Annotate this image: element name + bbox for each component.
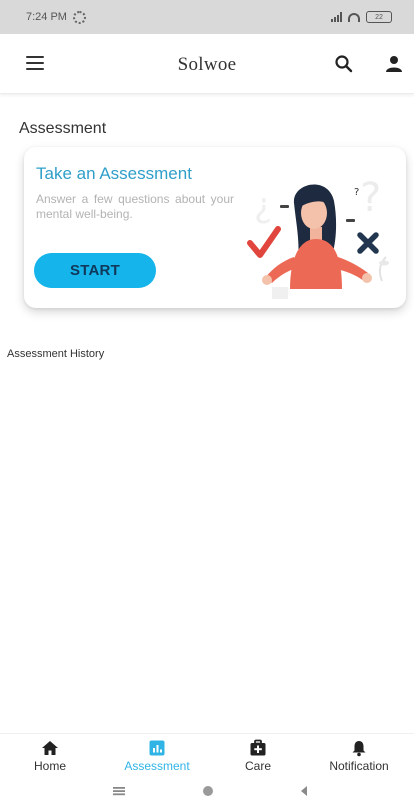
assessment-icon [149,740,165,756]
battery-level: 22 [375,13,383,21]
svg-text:¿: ¿ [254,186,272,226]
card-description: Answer a few questions about your mental… [36,192,234,221]
home-icon [42,741,58,755]
back-icon[interactable] [298,785,310,797]
status-right: 22 [331,11,392,23]
svg-text:?: ? [354,187,359,198]
woman-thinking-illustration: ¿ ? ? [247,175,389,299]
app-bar: Solwoe [0,34,414,94]
recent-apps-icon[interactable] [112,785,126,797]
system-navigation-bar [0,777,414,804]
assessment-card: Take an Assessment Answer a few question… [24,147,406,308]
settings-notification-icon [72,10,86,24]
section-title: Assessment [19,120,107,137]
bottom-navigation: Home Assessment Care Notification [0,733,414,777]
nav-item-home[interactable]: Home [30,734,70,778]
history-title: Assessment History [7,348,105,360]
first-aid-kit-icon [250,739,266,756]
status-left: 7:24 PM [26,10,86,24]
profile-icon[interactable] [384,54,404,74]
svg-text:?: ? [360,175,381,221]
nav-item-care[interactable]: Care [238,734,278,778]
status-bar: 7:24 PM 22 [0,0,414,34]
battery-icon: 22 [366,11,392,23]
nav-label-care: Care [244,759,271,773]
nav-item-notification[interactable]: Notification [316,734,402,778]
nav-label-assessment: Assessment [124,759,190,773]
card-title: Take an Assessment [36,164,192,183]
signal-icon [331,12,342,22]
search-icon[interactable] [334,54,354,74]
bell-icon [352,741,366,757]
start-button[interactable]: START [34,253,156,288]
wifi-icon [348,12,360,22]
nav-item-assessment[interactable]: Assessment [112,734,202,778]
status-time: 7:24 PM [26,11,67,23]
nav-label-notification: Notification [329,759,389,773]
home-circle-icon[interactable] [201,785,215,799]
nav-label-home: Home [33,759,66,773]
